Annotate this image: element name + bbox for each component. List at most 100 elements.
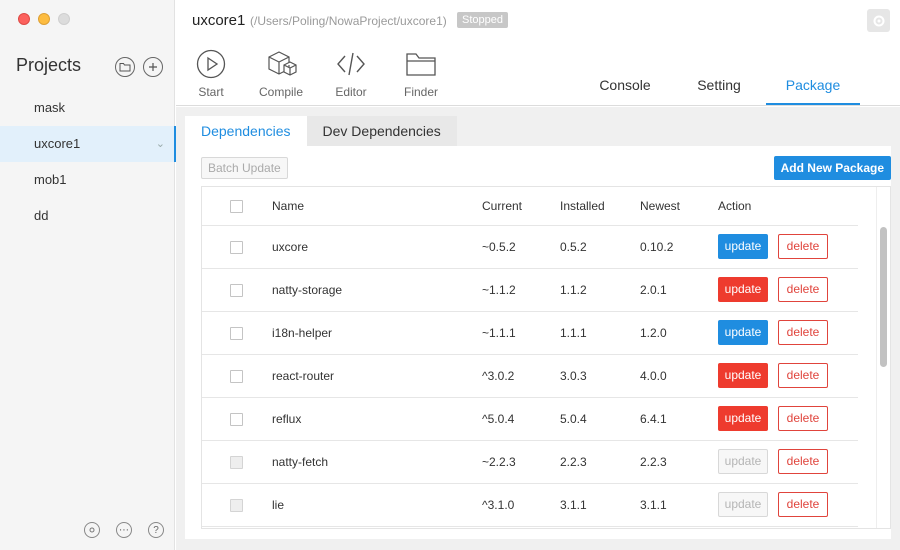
folder-icon <box>119 63 131 72</box>
package-newest: 2.0.1 <box>640 268 718 312</box>
chevron-down-icon[interactable]: ⌄ <box>156 126 165 162</box>
tab-package[interactable]: Package <box>766 77 860 105</box>
close-window-button[interactable] <box>18 13 30 25</box>
package-current: ~2.2.3 <box>482 440 560 484</box>
scrollbar-thumb[interactable] <box>880 227 887 367</box>
table-scrollbar[interactable] <box>876 187 890 528</box>
row-checkbox[interactable] <box>230 283 243 297</box>
sidebar-footer: ⋯ ? <box>84 522 164 538</box>
row-checkbox[interactable] <box>230 369 243 383</box>
main-area: Dependencies Dev Dependencies Batch Upda… <box>176 107 900 550</box>
plus-icon <box>149 63 157 71</box>
update-button[interactable]: update <box>718 320 768 345</box>
package-installed: 2.2.3 <box>560 440 640 484</box>
status-badge: Stopped <box>457 12 508 28</box>
package-current: ~1.1.2 <box>482 268 560 312</box>
package-current: ^3.0.2 <box>482 354 560 398</box>
chat-icon[interactable]: ⋯ <box>116 522 132 538</box>
project-item[interactable]: mask <box>0 90 175 126</box>
editor-button[interactable]: Editor <box>316 48 386 99</box>
project-item-active[interactable]: uxcore1 ⌄ <box>0 126 176 162</box>
code-icon <box>335 48 367 80</box>
delete-button[interactable]: delete <box>778 449 828 474</box>
open-folder-button[interactable] <box>115 57 135 77</box>
tab-setting[interactable]: Setting <box>672 77 766 105</box>
table-row: i18n-helper ~1.1.1 1.1.1 1.2.0 update del… <box>202 311 858 355</box>
row-checkbox-disabled <box>230 455 243 469</box>
play-icon <box>195 48 227 80</box>
settings-icon[interactable] <box>84 522 100 538</box>
package-panel: Dependencies Dev Dependencies Batch Upda… <box>185 116 891 539</box>
package-name: i18n-helper <box>272 311 482 355</box>
project-list: mask uxcore1 ⌄ mob1 dd <box>0 90 176 234</box>
zoom-window-button[interactable] <box>58 13 70 25</box>
package-name: react-router <box>272 354 482 398</box>
project-label: dd <box>34 208 49 223</box>
column-header-installed: Installed <box>560 187 640 226</box>
package-current: ^3.1.0 <box>482 483 560 527</box>
column-header-action: Action <box>718 187 858 226</box>
column-header-newest: Newest <box>640 187 718 226</box>
column-header-current: Current <box>482 187 560 226</box>
compile-button[interactable]: Compile <box>246 48 316 99</box>
subtab-dev-dependencies[interactable]: Dev Dependencies <box>306 116 457 146</box>
update-button[interactable]: update <box>718 234 768 259</box>
delete-button[interactable]: delete <box>778 492 828 517</box>
package-name: uxcore <box>272 225 482 269</box>
package-installed: 3.1.1 <box>560 483 640 527</box>
compile-label: Compile <box>258 85 303 99</box>
projects-title: Projects <box>16 55 82 75</box>
package-table-container: Name Current Installed Newest Action uxc… <box>201 186 891 529</box>
package-installed: 5.0.4 <box>560 397 640 441</box>
finder-button[interactable]: Finder <box>386 48 456 99</box>
package-name: natty-storage <box>272 268 482 312</box>
minimize-window-button[interactable] <box>38 13 50 25</box>
start-button[interactable]: Start <box>176 48 246 99</box>
subtab-dependencies[interactable]: Dependencies <box>185 116 307 146</box>
table-row: natty-fetch ~2.2.3 2.2.3 2.2.3 update del… <box>202 440 858 484</box>
package-newest: 6.4.1 <box>640 397 718 441</box>
package-current: ~1.1.1 <box>482 311 560 355</box>
project-name: uxcore1 <box>192 12 246 29</box>
delete-button[interactable]: delete <box>778 234 828 259</box>
delete-button[interactable]: delete <box>778 277 828 302</box>
project-item[interactable]: dd <box>0 198 175 234</box>
select-all-checkbox[interactable] <box>230 199 243 213</box>
package-installed: 1.1.2 <box>560 268 640 312</box>
package-name: reflux <box>272 397 482 441</box>
column-header-name: Name <box>272 187 482 226</box>
row-checkbox[interactable] <box>230 326 243 340</box>
delete-button[interactable]: delete <box>778 363 828 388</box>
row-checkbox-disabled <box>230 498 243 512</box>
project-path: (/Users/Poling/NowaProject/uxcore1) <box>250 14 447 28</box>
table-row: reflux ^5.0.4 5.0.4 6.4.1 update delete <box>202 397 858 441</box>
package-subtabs: Dependencies Dev Dependencies <box>185 116 891 146</box>
package-name: lie <box>272 483 482 527</box>
package-newest: 4.0.0 <box>640 354 718 398</box>
add-project-button[interactable] <box>143 57 163 77</box>
project-label: uxcore1 <box>34 136 81 151</box>
package-installed: 1.1.1 <box>560 311 640 355</box>
table-row: lie ^3.1.0 3.1.1 3.1.1 update delete <box>202 483 858 527</box>
main-tabs: Console Setting Package <box>578 77 860 105</box>
sidebar: Projects mask uxcore1 ⌄ mob1 dd ⋯ ? <box>0 0 176 550</box>
package-content: Batch Update Add New Package Name Curren… <box>185 146 891 539</box>
add-package-button[interactable]: Add New Package <box>773 156 891 180</box>
project-label: mob1 <box>34 172 67 187</box>
help-icon[interactable]: ? <box>148 522 164 538</box>
table-row: uxcore ~0.5.2 0.5.2 0.10.2 update delete <box>202 225 858 269</box>
project-settings-button[interactable] <box>867 9 890 32</box>
row-checkbox[interactable] <box>230 240 243 254</box>
update-button[interactable]: update <box>718 363 768 388</box>
editor-label: Editor <box>335 85 367 99</box>
delete-button[interactable]: delete <box>778 406 828 431</box>
tab-console[interactable]: Console <box>578 77 672 105</box>
table-row: react-router ^3.0.2 3.0.3 4.0.0 update de… <box>202 354 858 398</box>
batch-update-button[interactable]: Batch Update <box>201 157 288 179</box>
update-button[interactable]: update <box>718 277 768 302</box>
package-installed: 3.0.3 <box>560 354 640 398</box>
update-button[interactable]: update <box>718 406 768 431</box>
project-item[interactable]: mob1 <box>0 162 175 198</box>
delete-button[interactable]: delete <box>778 320 828 345</box>
row-checkbox[interactable] <box>230 412 243 426</box>
